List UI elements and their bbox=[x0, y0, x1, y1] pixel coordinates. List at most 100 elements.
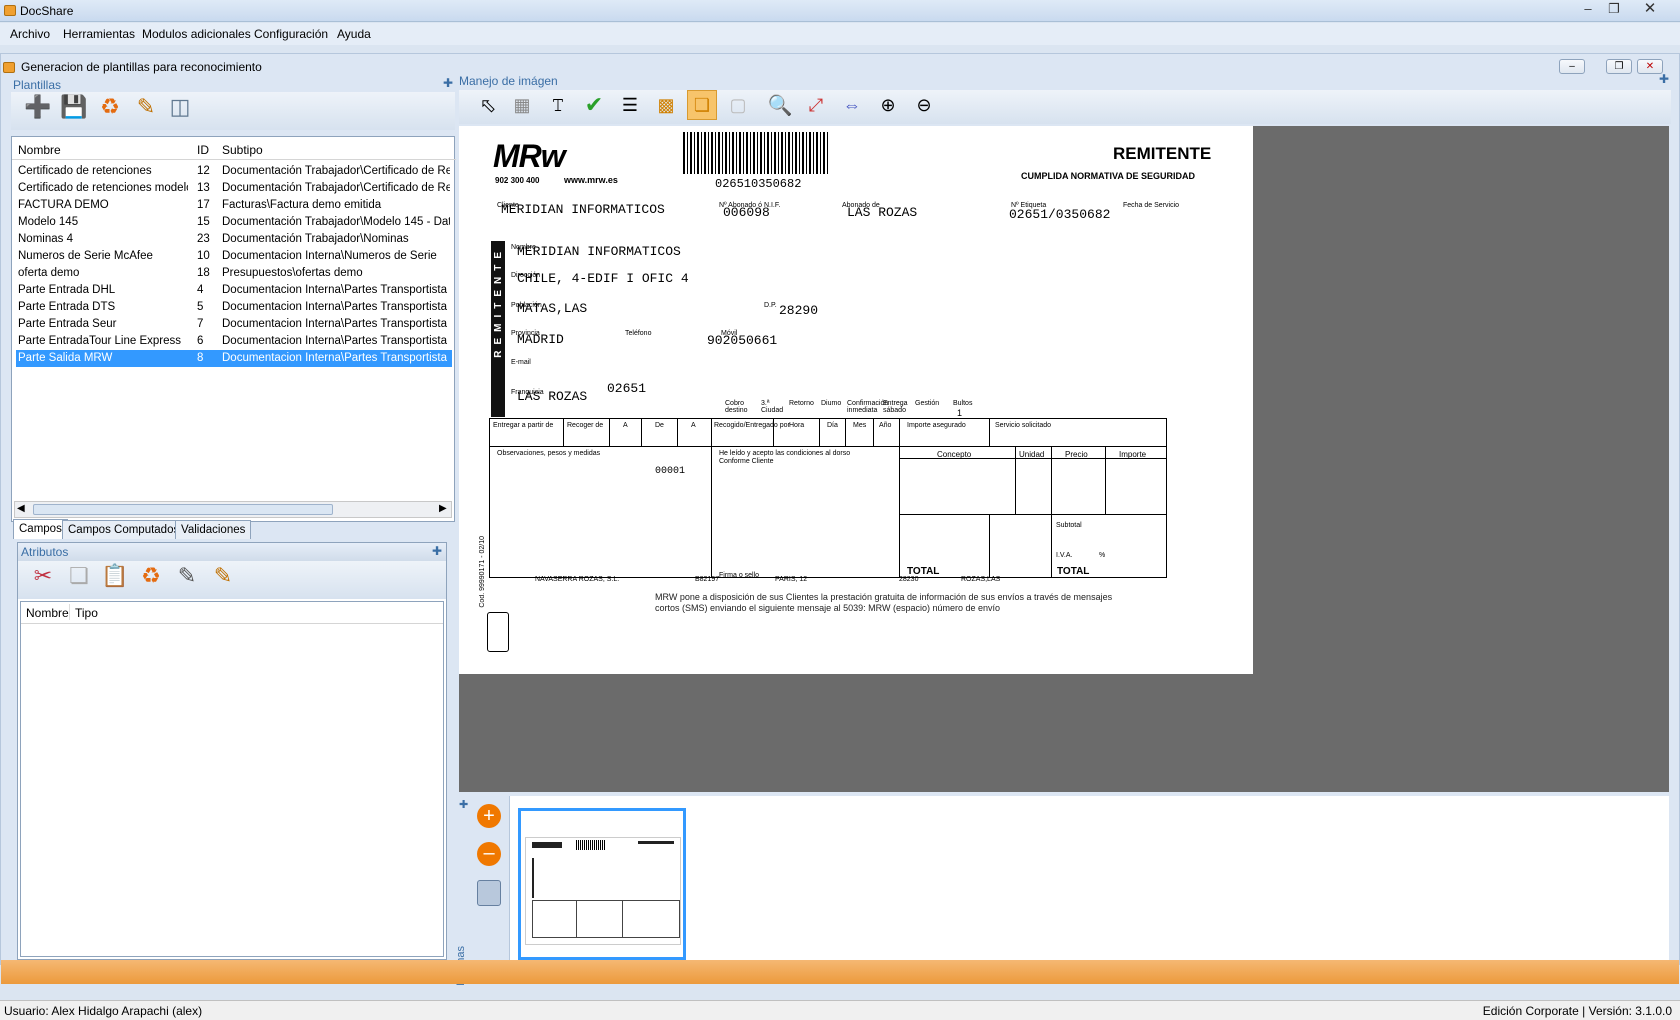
table-row[interactable]: Nominas 4 23 Documentación Trabajador\Nomi… bbox=[16, 231, 452, 248]
field-nombre[interactable]: MERIDIAN INFORMATICOS bbox=[517, 244, 681, 259]
field-bultos[interactable]: 1 bbox=[957, 408, 962, 418]
col-subtipo[interactable]: Subtipo bbox=[222, 143, 263, 157]
menu-configuracion[interactable]: Configuración bbox=[254, 27, 328, 41]
table-row[interactable]: Parte Entrada Seur 7 Documentacion Interna… bbox=[16, 316, 452, 333]
field-franq-num[interactable]: 02651 bbox=[607, 381, 646, 396]
footer-company: NAVASERRA ROZAS, S.L. bbox=[535, 576, 620, 583]
add-icon[interactable]: ➕ bbox=[23, 92, 53, 122]
pin-icon[interactable]: ✚ bbox=[443, 76, 453, 90]
opt-conf: Confirmación inmediata bbox=[847, 400, 889, 414]
pin-icon[interactable]: ✚ bbox=[1659, 72, 1669, 86]
fit-width-icon[interactable]: ⇔ bbox=[837, 90, 867, 120]
region-icon[interactable]: ▦ bbox=[507, 90, 537, 120]
field-nif[interactable]: 006098 bbox=[723, 205, 770, 220]
pointer-icon[interactable]: ⬁ bbox=[473, 90, 503, 120]
field-franquicia[interactable]: LAS ROZAS bbox=[517, 389, 587, 404]
save-icon[interactable]: 💾 bbox=[59, 92, 89, 122]
zoom-out-icon[interactable]: ⊖ bbox=[909, 90, 939, 120]
view-icon[interactable]: ◫ bbox=[165, 92, 195, 122]
field-provincia[interactable]: MADRID bbox=[517, 332, 564, 347]
doc-web: www.mrw.es bbox=[564, 175, 618, 185]
recycle-icon[interactable]: ♻ bbox=[136, 561, 166, 591]
table-row[interactable]: Parte Entrada DHL 4 Documentacion Interna\… bbox=[16, 282, 452, 299]
field-observaciones[interactable]: 00001 bbox=[655, 466, 685, 477]
scroll-right-icon[interactable]: ▶ bbox=[439, 503, 447, 514]
tab-campos-computados[interactable]: Campos Computados bbox=[62, 520, 186, 539]
mdi-title: Generacion de plantillas para reconocimi… bbox=[21, 60, 262, 74]
col-nombre[interactable]: Nombre bbox=[18, 143, 61, 157]
recycle-icon[interactable]: ♻ bbox=[95, 92, 125, 122]
field-cliente[interactable]: MERIDIAN INFORMATICOS bbox=[501, 202, 665, 217]
table-row[interactable]: Certificado de retenciones 12 Documentació… bbox=[16, 163, 452, 180]
sms-line1: MRW pone a disposición de sus Clientes l… bbox=[655, 592, 1113, 602]
c-precio: Precio bbox=[1065, 450, 1088, 459]
hscroll-thumb[interactable] bbox=[33, 504, 333, 515]
table-row[interactable]: Modelo 145 15 Documentación Trabajador\Mod… bbox=[16, 214, 452, 231]
h-recoger: Recoger de bbox=[567, 422, 604, 429]
footer-city: PARIS, 12 bbox=[775, 576, 808, 583]
row-nombre: Nominas 4 bbox=[18, 233, 73, 245]
barcode-icon[interactable]: ☰ bbox=[615, 90, 645, 120]
image-add-icon[interactable]: ▩ bbox=[651, 90, 681, 120]
text-region-icon[interactable]: 𝚃 bbox=[543, 90, 573, 120]
table-row[interactable]: Numeros de Serie McAfee 10 Documentacion I… bbox=[16, 248, 452, 265]
close-icon[interactable]: ✕ bbox=[1640, 1, 1660, 18]
pin-icon[interactable]: ✚ bbox=[432, 544, 442, 558]
page-thumbnail[interactable] bbox=[518, 808, 686, 960]
field-poblacion[interactable]: MATAS,LAS bbox=[517, 301, 587, 316]
tab-validaciones[interactable]: Validaciones bbox=[175, 520, 252, 539]
doc-side-code: Cod. 99990171 - 02/10 bbox=[479, 536, 486, 608]
col-nombre-attr[interactable]: Nombre bbox=[26, 606, 69, 620]
tab-campos[interactable]: Campos bbox=[13, 519, 68, 539]
scroll-left-icon[interactable]: ◀ bbox=[17, 503, 25, 514]
field-direccion[interactable]: CHILE, 4-EDIF I OFIC 4 bbox=[517, 271, 689, 286]
check-icon[interactable]: ✔ bbox=[579, 90, 609, 120]
menu-ayuda[interactable]: Ayuda bbox=[337, 27, 371, 41]
edit-list-icon[interactable]: ✎ bbox=[172, 561, 202, 591]
remove-page-icon[interactable]: – bbox=[477, 842, 501, 866]
field-abonado[interactable]: LAS ROZAS bbox=[847, 205, 917, 220]
edit-icon[interactable]: ✎ bbox=[131, 92, 161, 122]
fit-page-icon[interactable]: ⤢ bbox=[801, 90, 831, 120]
hscrollbar[interactable]: ◀ ▶ bbox=[14, 501, 452, 518]
table-row[interactable]: FACTURA DEMO 17 Facturas\Factura demo emit… bbox=[16, 197, 452, 214]
row-nombre: Parte Entrada DTS bbox=[18, 301, 116, 313]
cut-icon[interactable]: ✂ bbox=[28, 561, 58, 591]
mdi-maximize-icon[interactable]: ❐ bbox=[1606, 59, 1632, 74]
image-viewer[interactable]: MRw 902 300 400 www.mrw.es 026510350682 … bbox=[459, 126, 1669, 792]
scanner-icon[interactable] bbox=[477, 880, 501, 906]
menu-archivo[interactable]: Archivo bbox=[10, 27, 50, 41]
field-movil[interactable]: 902050661 bbox=[707, 333, 777, 348]
table-row[interactable]: oferta demo 18 Presupuestos\ofertas demo bbox=[16, 265, 452, 282]
layers-icon[interactable]: ❏ bbox=[687, 90, 717, 120]
h-ano: Año bbox=[879, 422, 892, 429]
minimize-icon[interactable]: – bbox=[1578, 2, 1598, 18]
maximize-icon[interactable]: ❐ bbox=[1604, 2, 1624, 18]
mdi-minimize-icon[interactable]: – bbox=[1559, 59, 1585, 74]
row-nombre: Certificado de retenciones bbox=[18, 165, 152, 177]
paste-icon[interactable]: 📋 bbox=[100, 561, 130, 591]
mdi-window: Generacion de plantillas para reconocimi… bbox=[0, 53, 1680, 986]
field-dp[interactable]: 28290 bbox=[779, 303, 818, 318]
row-nombre: Parte Entrada Seur bbox=[18, 318, 117, 330]
col-tipo[interactable]: Tipo bbox=[75, 606, 98, 620]
field-etiqueta[interactable]: 02651/0350682 bbox=[1009, 207, 1110, 222]
pin-icon[interactable]: ✚ bbox=[459, 798, 468, 811]
table-row[interactable]: Certificado de retenciones modelo 2 13 Doc… bbox=[16, 180, 452, 197]
document-image[interactable]: MRw 902 300 400 www.mrw.es 026510350682 … bbox=[459, 126, 1253, 674]
table-row[interactable]: Parte Salida MRW 8 Documentacion Interna\P… bbox=[16, 350, 452, 367]
table-row[interactable]: Parte Entrada DTS 5 Documentacion Interna\… bbox=[16, 299, 452, 316]
menu-modulos[interactable]: Modulos adicionales bbox=[142, 27, 251, 41]
pencil-icon[interactable]: ✎ bbox=[208, 561, 238, 591]
plantillas-title: Plantillas bbox=[13, 78, 62, 92]
footer-cif: B82197 bbox=[695, 576, 720, 583]
disabled-icon[interactable]: ▢ bbox=[723, 90, 753, 120]
col-id[interactable]: ID bbox=[197, 143, 209, 157]
zoom-actual-icon[interactable]: 🔍 bbox=[765, 90, 795, 120]
thumbnail-image bbox=[525, 837, 681, 945]
menu-herramientas[interactable]: Herramientas bbox=[63, 27, 135, 41]
copy-icon[interactable]: ❏ bbox=[64, 561, 94, 591]
zoom-in-icon[interactable]: ⊕ bbox=[873, 90, 903, 120]
table-row[interactable]: Parte EntradaTour Line Express 6 Documenta… bbox=[16, 333, 452, 350]
add-page-icon[interactable]: + bbox=[477, 804, 501, 828]
